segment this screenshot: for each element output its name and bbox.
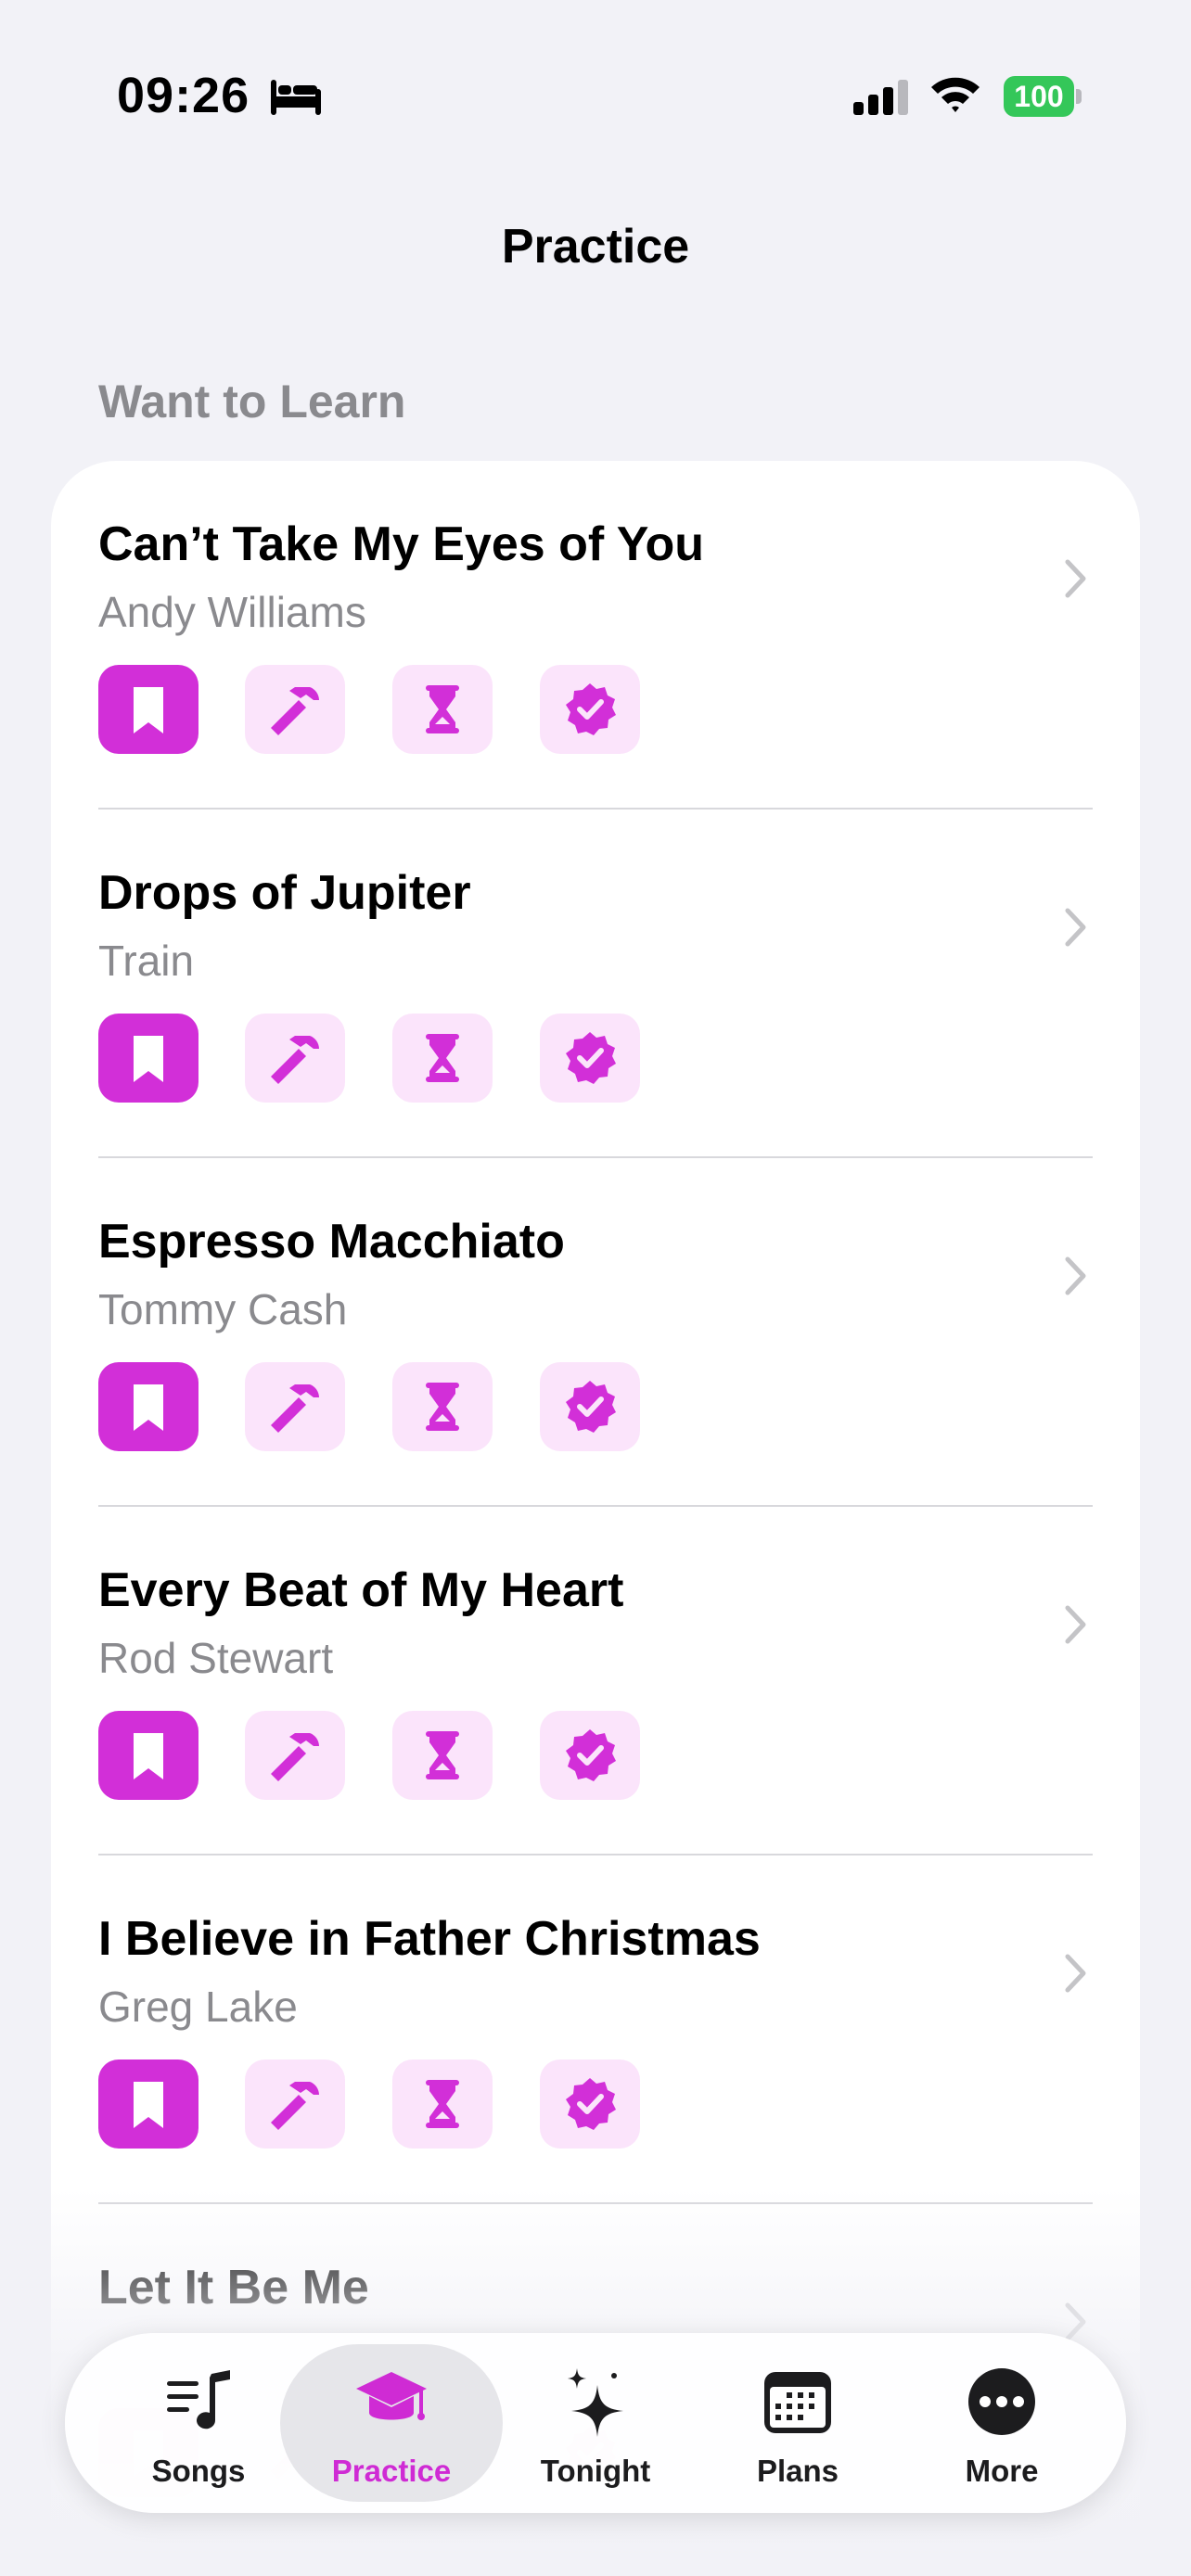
calendar-icon <box>764 2372 831 2433</box>
song-title: I Believe in Father Christmas <box>98 1912 761 1966</box>
hourglass-icon <box>426 1034 459 1082</box>
status-time: 09:26 <box>117 68 250 123</box>
status-bookmark-button[interactable] <box>98 1362 198 1451</box>
tab-label: More <box>965 2454 1039 2488</box>
hourglass-icon <box>426 685 459 733</box>
song-row[interactable]: I Believe in Father Christmas Greg Lake <box>51 1855 1140 2204</box>
tab-label: Practice <box>331 2454 452 2488</box>
checkmark-seal-icon <box>566 2078 616 2130</box>
chevron-right-icon <box>1065 559 1086 598</box>
status-bookmark-button[interactable] <box>98 1014 198 1103</box>
song-artist: Andy Williams <box>98 588 366 636</box>
status-hammer-button[interactable] <box>245 1362 345 1451</box>
status-bookmark-button[interactable] <box>98 2060 198 2149</box>
song-title: Can’t Take My Eyes of You <box>98 517 705 571</box>
tab-label: Tonight <box>540 2454 651 2488</box>
battery-tip <box>1076 89 1082 104</box>
status-hourglass-button[interactable] <box>392 2060 493 2149</box>
status-checkmark-seal-button[interactable] <box>540 665 640 754</box>
status-checkmark-seal-button[interactable] <box>540 2060 640 2149</box>
bookmark-icon <box>134 1036 163 1082</box>
status-checkmark-seal-button[interactable] <box>540 1711 640 1800</box>
tab-plans[interactable]: Plans <box>696 2344 900 2502</box>
hammer-icon <box>271 1036 319 1084</box>
checkmark-seal-icon <box>566 1032 616 1084</box>
tab-more[interactable]: More <box>900 2344 1104 2502</box>
hammer-icon <box>271 1733 319 1781</box>
ellipsis-circle-icon <box>968 2368 1035 2435</box>
song-artist: Train <box>98 937 195 985</box>
status-bookmark-button[interactable] <box>98 665 198 754</box>
status-checkmark-seal-button[interactable] <box>540 1014 640 1103</box>
status-checkmark-seal-button[interactable] <box>540 1362 640 1451</box>
tab-label: Songs <box>151 2454 246 2488</box>
tab-songs[interactable]: Songs <box>96 2344 301 2502</box>
sparkles-icon <box>568 2368 623 2437</box>
chevron-right-icon <box>1065 1605 1086 1644</box>
bookmark-icon <box>134 687 163 733</box>
bookmark-icon <box>134 1384 163 1431</box>
section-header: Want to Learn <box>98 376 406 427</box>
song-title: Every Beat of My Heart <box>98 1563 624 1617</box>
status-hourglass-button[interactable] <box>392 1362 493 1451</box>
status-hourglass-button[interactable] <box>392 665 493 754</box>
hourglass-icon <box>426 2080 459 2128</box>
chevron-right-icon <box>1065 908 1086 947</box>
song-row[interactable]: Drops of Jupiter Train <box>51 810 1140 1158</box>
song-artist: Rod Stewart <box>98 1634 334 1682</box>
cellular-signal-icon <box>853 80 908 115</box>
hammer-icon <box>271 687 319 735</box>
song-row[interactable]: Espresso Macchiato Tommy Cash <box>51 1158 1140 1507</box>
song-artist: Greg Lake <box>98 1983 298 2031</box>
song-artist: Tommy Cash <box>98 1285 348 1333</box>
song-title: Espresso Macchiato <box>98 1215 565 1269</box>
hammer-icon <box>271 1384 319 1433</box>
chevron-right-icon <box>1065 1256 1086 1295</box>
checkmark-seal-icon <box>566 683 616 735</box>
status-bar: 09:26 100 <box>0 0 1191 185</box>
bookmark-icon <box>134 1733 163 1779</box>
graduation-cap-icon <box>356 2372 427 2420</box>
bed-icon <box>271 80 321 115</box>
checkmark-seal-icon <box>566 1729 616 1781</box>
tab-bar: Songs Practice Tonight Plans More <box>65 2333 1126 2513</box>
music-list-icon <box>167 2370 230 2429</box>
hammer-icon <box>271 2082 319 2130</box>
status-hourglass-button[interactable] <box>392 1711 493 1800</box>
page-title: Practice <box>501 220 690 274</box>
wifi-icon <box>931 77 980 112</box>
bookmark-icon <box>134 2082 163 2128</box>
screen: 09:26 100 Practice Want to Learn Can’t T… <box>0 0 1191 2576</box>
status-hourglass-button[interactable] <box>392 1014 493 1103</box>
battery-level: 100 <box>1004 76 1074 117</box>
hourglass-icon <box>426 1383 459 1431</box>
song-title: Drops of Jupiter <box>98 866 471 920</box>
tab-practice[interactable]: Practice <box>280 2344 503 2502</box>
status-hammer-button[interactable] <box>245 2060 345 2149</box>
status-hammer-button[interactable] <box>245 665 345 754</box>
battery-icon: 100 <box>1004 76 1082 117</box>
status-hammer-button[interactable] <box>245 1014 345 1103</box>
status-hammer-button[interactable] <box>245 1711 345 1800</box>
song-row[interactable]: Can’t Take My Eyes of You Andy Williams <box>51 461 1140 810</box>
tab-label: Plans <box>756 2454 839 2488</box>
chevron-right-icon <box>1065 1954 1086 1993</box>
hourglass-icon <box>426 1731 459 1779</box>
status-bookmark-button[interactable] <box>98 1711 198 1800</box>
checkmark-seal-icon <box>566 1381 616 1433</box>
tab-tonight[interactable]: Tonight <box>493 2344 698 2502</box>
song-row[interactable]: Every Beat of My Heart Rod Stewart <box>51 1507 1140 1855</box>
